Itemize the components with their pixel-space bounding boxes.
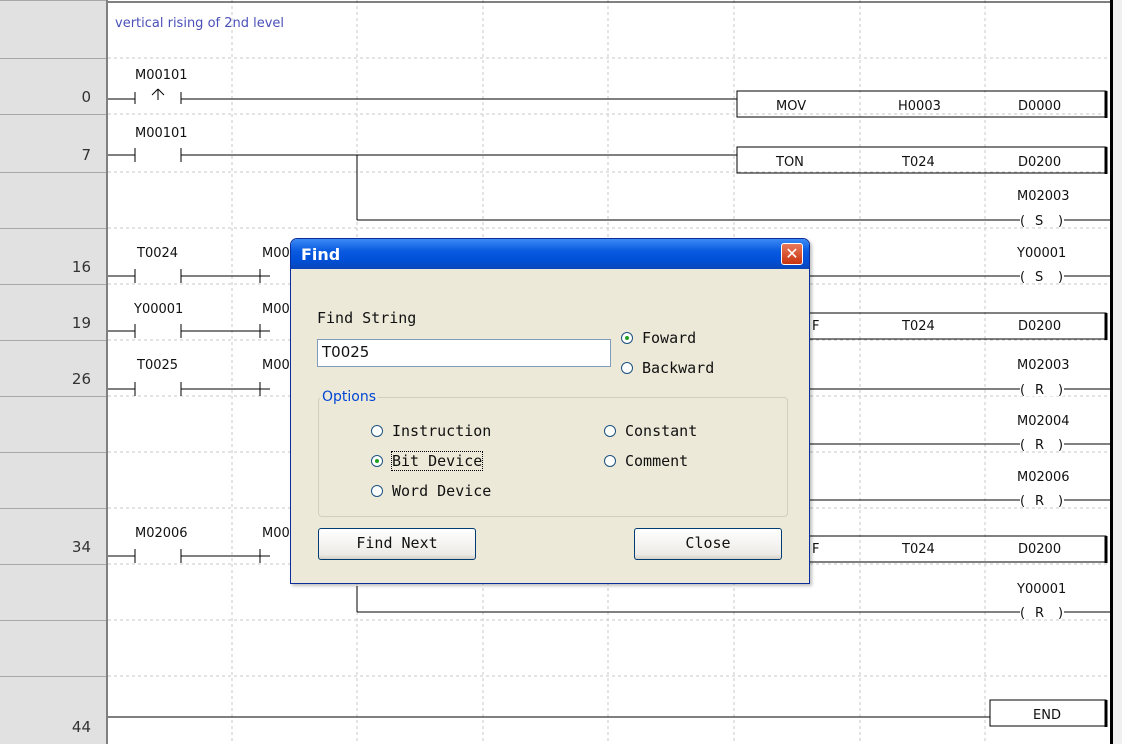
coil-label: M02006 <box>1017 470 1070 485</box>
backward-label: Backward <box>642 359 715 377</box>
close-icon[interactable]: ✕ <box>781 243 803 265</box>
coil-label: M02003 <box>1017 358 1070 373</box>
bit-device-label: Bit Device <box>390 451 484 471</box>
svg-text:(: ( <box>1020 270 1025 285</box>
radio-icon[interactable] <box>371 425 383 437</box>
constant-label: Constant <box>625 422 698 440</box>
svg-text:(: ( <box>1020 214 1025 229</box>
coil-label: Y00001 <box>1016 582 1066 597</box>
svg-text:): ) <box>1058 214 1063 229</box>
options-legend: Options <box>320 389 379 405</box>
svg-text:(: ( <box>1020 606 1025 621</box>
svg-text:): ) <box>1058 606 1063 621</box>
radio-selected-icon[interactable] <box>621 332 633 344</box>
contact-label: M02006 <box>135 526 188 541</box>
contact-label: M00 <box>262 246 290 261</box>
close-button[interactable]: Close <box>634 528 782 560</box>
contact-label: M00 <box>262 358 290 373</box>
find-string-input[interactable]: T0025 <box>317 339 611 367</box>
coil-label: Y00001 <box>1016 246 1066 261</box>
comment-label: Comment <box>625 452 689 470</box>
find-next-button[interactable]: Find Next <box>318 528 476 560</box>
forward-radio[interactable]: Foward <box>621 329 696 347</box>
instruction-op: F <box>812 542 819 557</box>
svg-text:(: ( <box>1020 383 1025 398</box>
radio-icon[interactable] <box>604 455 616 467</box>
radio-icon[interactable] <box>604 425 616 437</box>
radio-selected-icon[interactable] <box>371 455 383 467</box>
svg-text:): ) <box>1058 270 1063 285</box>
instruction-label: Instruction <box>392 422 492 440</box>
radio-icon[interactable] <box>621 362 633 374</box>
dialog-title: Find <box>301 245 341 264</box>
coil-type: R <box>1035 383 1044 398</box>
instruction-radio[interactable]: Instruction <box>371 422 491 440</box>
dialog-title-bar[interactable]: Find ✕ <box>291 239 809 269</box>
svg-text:): ) <box>1058 494 1063 509</box>
rung-comment: vertical rising of 2nd level <box>115 16 284 31</box>
end-instruction: END <box>1033 708 1061 723</box>
contact-label: M00 <box>262 526 290 541</box>
coil-type: R <box>1035 438 1044 453</box>
coil-type: R <box>1035 606 1044 621</box>
coil-label: M02004 <box>1017 414 1070 429</box>
coil-type: R <box>1035 494 1044 509</box>
svg-text:(: ( <box>1020 494 1025 509</box>
svg-text:): ) <box>1058 383 1063 398</box>
svg-text:(: ( <box>1020 438 1025 453</box>
word-device-radio[interactable]: Word Device <box>371 482 491 500</box>
instruction-operand: D0200 <box>1018 542 1061 557</box>
contact-label: M00 <box>262 302 290 317</box>
contact-label: T0025 <box>136 358 178 373</box>
instruction-operand: T024 <box>901 155 935 170</box>
instruction-operand: T024 <box>901 542 935 557</box>
bit-device-radio[interactable]: Bit Device <box>371 451 484 471</box>
instruction-operand: D0200 <box>1018 319 1061 334</box>
contact-label: M00101 <box>135 68 188 83</box>
instruction-op: F <box>812 319 819 334</box>
word-device-label: Word Device <box>392 482 492 500</box>
contact-label: T0024 <box>136 246 178 261</box>
radio-icon[interactable] <box>371 485 383 497</box>
instruction-op: TON <box>775 155 804 170</box>
instruction-operand: D0000 <box>1018 99 1061 114</box>
instruction-operand: H0003 <box>898 99 941 114</box>
coil-type: S <box>1035 270 1043 285</box>
instruction-operand: T024 <box>901 319 935 334</box>
constant-radio[interactable]: Constant <box>604 422 697 440</box>
comment-radio[interactable]: Comment <box>604 452 688 470</box>
find-dialog[interactable]: Find ✕ Find String T0025 Foward Backward… <box>290 238 810 584</box>
contact-label: M00101 <box>135 126 188 141</box>
coil-type: S <box>1035 214 1043 229</box>
instruction-operand: D0200 <box>1018 155 1061 170</box>
editor-edge <box>1113 0 1122 744</box>
contact-label: Y00001 <box>133 302 183 317</box>
backward-radio[interactable]: Backward <box>621 359 714 377</box>
forward-label: Foward <box>642 329 697 347</box>
coil-label: M02003 <box>1017 189 1070 204</box>
find-string-label: Find String <box>317 309 417 327</box>
svg-text:): ) <box>1058 438 1063 453</box>
instruction-op: MOV <box>776 99 806 114</box>
